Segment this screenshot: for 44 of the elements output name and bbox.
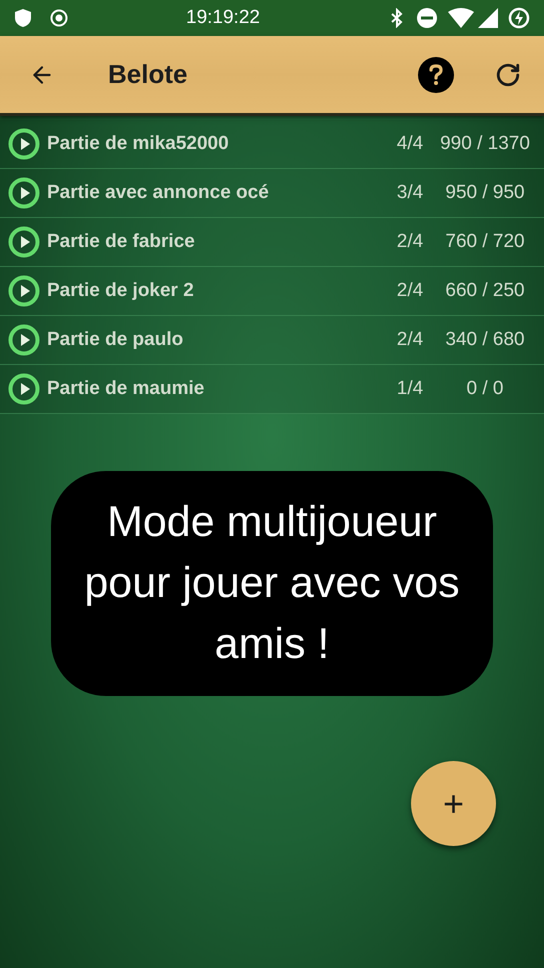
play-icon [8,373,40,405]
game-name: Partie de maumie [47,376,204,401]
game-score: 760 / 720 [444,230,526,254]
game-score: 0 / 0 [466,376,504,401]
game-row[interactable]: Partie de mika52000 4/4 990 / 1370 [0,120,544,169]
help-icon [428,64,444,86]
toolbar-title: Belote [108,58,188,91]
shield-icon [14,8,32,28]
target-icon [50,9,68,27]
play-icon [8,324,40,356]
play-icon [8,275,40,307]
player-count: 3/4 [396,180,424,205]
tip-text: Mode multijoueur pour jouer avec vos amis ! [83,497,461,670]
play-icon [8,226,40,258]
bluetooth-icon [390,8,404,28]
game-row[interactable]: Partie de joker 2 2/4 660 / 250 [0,267,544,316]
play-icon [8,128,40,160]
player-count: 2/4 [396,278,424,303]
battery-charging-icon [508,7,530,29]
game-row[interactable]: Partie avec annonce océ 3/4 950 / 950 [0,169,544,218]
game-score: 990 / 1370 [439,132,531,156]
wifi-icon [448,8,474,28]
game-row[interactable]: Partie de fabrice 2/4 760 / 720 [0,218,544,267]
player-count: 2/4 [396,328,424,352]
game-name: Partie de paulo [47,328,184,352]
player-count: 1/4 [396,376,424,401]
game-name: Partie avec annonce océ [47,180,269,205]
game-name: Partie de fabrice [47,230,195,254]
game-name: Partie de mika52000 [47,132,229,156]
game-score: 340 / 680 [444,328,526,352]
game-score: 660 / 250 [444,278,526,303]
player-count: 4/4 [396,132,424,156]
help-button[interactable] [418,56,454,92]
play-icon [8,177,40,209]
signal-icon [478,8,498,28]
game-score: 950 / 950 [444,180,526,205]
refresh-icon [495,62,521,88]
player-count: 2/4 [396,230,424,254]
game-row[interactable]: Partie de maumie 1/4 0 / 0 [0,365,544,414]
clock: 19:19:22 [186,6,260,30]
add-button[interactable]: + [411,761,496,846]
game-row[interactable]: Partie de paulo 2/4 340 / 680 [0,316,544,365]
game-name: Partie de joker 2 [47,278,194,303]
do-not-disturb-icon [416,7,438,29]
